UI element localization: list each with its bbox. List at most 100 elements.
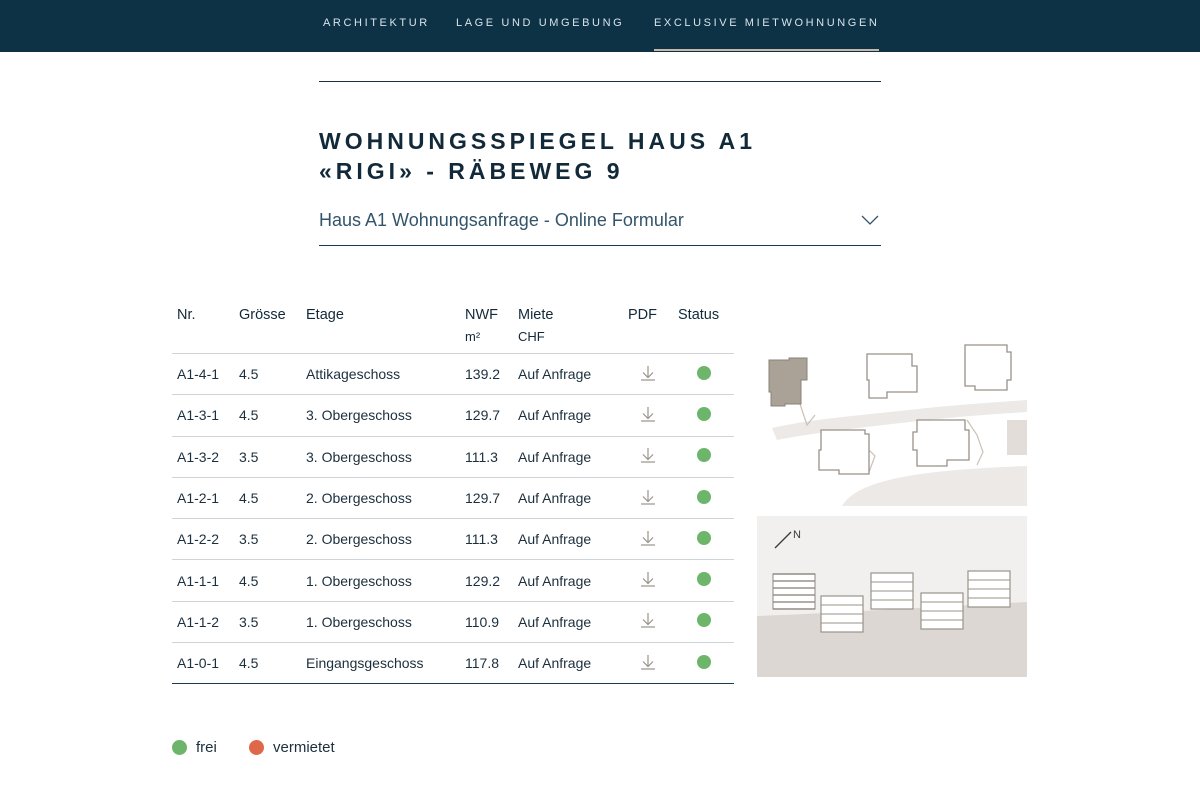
status-dot <box>696 654 711 669</box>
header-etage: Etage <box>306 307 344 323</box>
header-miete: Miete CHF <box>513 300 623 354</box>
cell-etage: 2. Obergeschoss <box>301 518 460 560</box>
table-body: A1-4-1 4.5 Attikageschoss 139.2 Auf Anfrage A… <box>172 352 734 685</box>
cell-nwf: 110.9 <box>460 600 513 643</box>
cell-status <box>673 600 734 643</box>
status-dot <box>696 406 711 421</box>
legend-dot-vermietet <box>249 740 264 755</box>
download-icon[interactable] <box>640 365 656 381</box>
cell-pdf <box>623 435 673 478</box>
cell-nr: A1-3-1 <box>172 394 234 437</box>
chevron-down-icon <box>861 215 879 225</box>
legend-label-vermietet: vermietet <box>273 739 335 756</box>
svg-text:N: N <box>793 529 801 541</box>
cell-nwf: 129.7 <box>460 394 513 437</box>
header-miete-label: Miete <box>518 307 554 323</box>
cell-status <box>673 435 734 478</box>
cell-miete: Auf Anfrage <box>513 352 623 395</box>
top-divider <box>319 81 881 82</box>
cell-status <box>673 394 734 437</box>
inquiry-form-dropdown[interactable]: Haus A1 Wohnungsanfrage - Online Formula… <box>319 206 881 246</box>
download-icon[interactable] <box>640 530 656 546</box>
download-icon[interactable] <box>640 654 656 670</box>
cell-status <box>673 476 734 519</box>
table-row: A1-2-2 3.5 2. Obergeschoss 111.3 Auf Anfrage <box>172 518 734 560</box>
cell-nr: A1-2-2 <box>172 518 234 560</box>
download-icon[interactable] <box>640 447 656 463</box>
status-dot <box>696 572 711 587</box>
cell-miete: Auf Anfrage <box>513 642 623 685</box>
status-dot <box>696 489 711 504</box>
table-row: A1-3-1 4.5 3. Obergeschoss 129.7 Auf Anfrage <box>172 394 734 437</box>
cell-etage: 3. Obergeschoss <box>301 394 460 437</box>
cell-nr: A1-1-2 <box>172 600 234 643</box>
header-nwf-label: NWF <box>465 307 499 323</box>
cell-miete: Auf Anfrage <box>513 394 623 437</box>
header-groesse: Grösse <box>239 307 286 323</box>
cell-miete: Auf Anfrage <box>513 435 623 478</box>
legend-dot-frei <box>172 740 187 755</box>
cell-pdf <box>623 600 673 643</box>
cell-nr: A1-3-2 <box>172 435 234 478</box>
cell-nr: A1-2-1 <box>172 476 234 519</box>
cell-nwf: 129.7 <box>460 476 513 519</box>
cell-pdf <box>623 476 673 519</box>
cell-nr: A1-4-1 <box>172 352 234 395</box>
download-icon[interactable] <box>640 406 656 422</box>
cell-groesse: 3.5 <box>234 518 301 560</box>
table-header-row: Nr. Grösse Etage NWF m² Miete CHF PDF St… <box>172 300 734 354</box>
nav-item-architektur[interactable]: ARCHITEKTUR <box>323 17 430 29</box>
table-row: A1-1-1 4.5 1. Obergeschoss 129.2 Auf Anfrage <box>172 559 734 602</box>
download-icon[interactable] <box>640 489 656 505</box>
cell-nwf: 117.8 <box>460 642 513 685</box>
page-title: WOHNUNGSSPIEGEL HAUS A1 «RIGI» - RÄBEWEG… <box>319 126 881 186</box>
nav-item-lage-und-umgebung[interactable]: LAGE UND UMGEBUNG <box>456 17 624 29</box>
north-arrow-icon: N <box>774 529 801 549</box>
page-title-line1: WOHNUNGSSPIEGEL HAUS A1 <box>319 128 757 154</box>
table-row: A1-0-1 4.5 Eingangsgeschoss 117.8 Auf Anfrag… <box>172 642 734 685</box>
cell-pdf <box>623 352 673 395</box>
cell-pdf <box>623 518 673 560</box>
cell-nr: A1-1-1 <box>172 559 234 602</box>
elevation-image: N <box>757 516 1027 677</box>
header-nr: Nr. <box>177 307 196 323</box>
table-row: A1-3-2 3.5 3. Obergeschoss 111.3 Auf Anfrage <box>172 435 734 478</box>
cell-etage: Eingangsgeschoss <box>301 642 460 685</box>
cell-groesse: 4.5 <box>234 352 301 395</box>
cell-groesse: 3.5 <box>234 435 301 478</box>
dropdown-label: Haus A1 Wohnungsanfrage - Online Formula… <box>319 210 684 230</box>
cell-nr: A1-0-1 <box>172 642 234 685</box>
cell-status <box>673 559 734 602</box>
status-dot <box>696 613 711 628</box>
header-nwf-unit: m² <box>465 329 481 344</box>
table-row: A1-4-1 4.5 Attikageschoss 139.2 Auf Anfrage <box>172 352 734 395</box>
cell-nwf: 111.3 <box>460 435 513 478</box>
cell-miete: Auf Anfrage <box>513 559 623 602</box>
cell-groesse: 4.5 <box>234 642 301 685</box>
cell-etage: 1. Obergeschoss <box>301 559 460 602</box>
download-icon[interactable] <box>640 571 656 587</box>
nav-item-exclusive-mietwohnungen[interactable]: EXCLUSIVE MIETWOHNUNGEN <box>654 17 880 51</box>
cell-pdf <box>623 642 673 685</box>
cell-miete: Auf Anfrage <box>513 476 623 519</box>
legend-label-frei: frei <box>196 739 217 756</box>
cell-pdf <box>623 559 673 602</box>
table-row: A1-1-2 3.5 1. Obergeschoss 110.9 Auf Anfrage <box>172 600 734 643</box>
cell-etage: 3. Obergeschoss <box>301 435 460 478</box>
cell-miete: Auf Anfrage <box>513 600 623 643</box>
header-pdf: PDF <box>628 307 657 323</box>
cell-status <box>673 352 734 395</box>
header-miete-unit: CHF <box>518 329 545 344</box>
status-dot <box>696 530 711 545</box>
status-dot <box>696 448 711 463</box>
download-icon[interactable] <box>640 612 656 629</box>
cell-pdf <box>623 394 673 437</box>
cell-groesse: 3.5 <box>234 600 301 643</box>
cell-groesse: 4.5 <box>234 476 301 519</box>
cell-groesse: 4.5 <box>234 559 301 602</box>
cell-status <box>673 518 734 560</box>
cell-etage: 2. Obergeschoss <box>301 476 460 519</box>
header-nwf: NWF m² <box>460 300 513 354</box>
apartment-table: Nr. Grösse Etage NWF m² Miete CHF PDF St… <box>172 300 734 685</box>
cell-etage: 1. Obergeschoss <box>301 600 460 643</box>
